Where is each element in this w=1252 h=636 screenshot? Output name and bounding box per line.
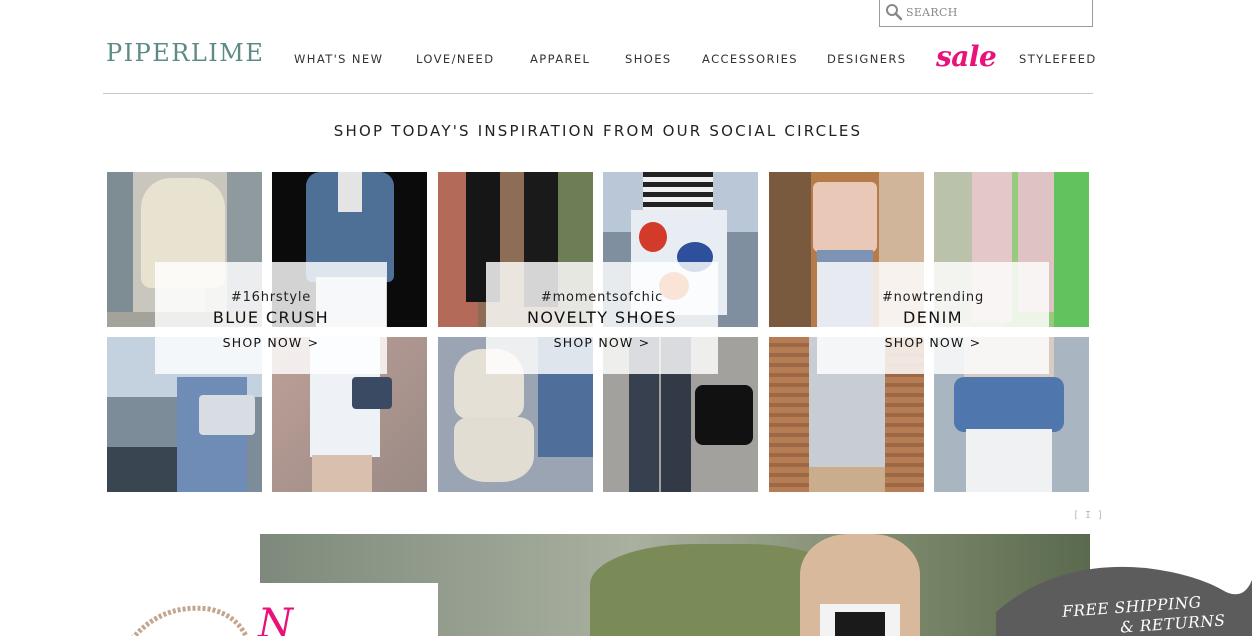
header-divider [103,93,1093,94]
shop-now-link[interactable]: SHOP NOW > [155,335,387,350]
collection-title: BLUE CRUSH [212,308,330,327]
nav-whats-new[interactable]: WHAT'S NEW [294,52,383,66]
necklace-icon [131,605,249,636]
nav-stylefeed[interactable]: STYLEFEED [1019,52,1097,66]
nav-shoes[interactable]: SHOES [625,52,672,66]
collection-hashtag: #16hrstyle [230,290,312,305]
main-nav: WHAT'S NEW LOVE/NEED APPAREL SHOES ACCES… [0,40,1252,73]
inspiration-heading: SHOP TODAY'S INSPIRATION FROM OUR SOCIAL… [333,122,863,140]
collection-title: DENIM [903,308,963,327]
promo-note-card: N [103,583,438,636]
collection-title: NOVELTY SHOES [527,308,677,327]
collection-card-novelty-shoes[interactable]: #momentsofchic NOVELTY SHOES SHOP NOW > [486,262,718,374]
collection-hashtag: #nowtrending [881,290,985,305]
promo-script-text: N [258,601,293,636]
photo-credit-link[interactable]: [ I ] [1073,510,1103,521]
collection-card-blue-crush[interactable]: #16hrstyle BLUE CRUSH SHOP NOW > [155,262,387,374]
nav-designers[interactable]: DESIGNERS [827,52,906,66]
collection-hashtag: #momentsofchic [540,290,664,305]
nav-apparel[interactable]: APPAREL [530,52,590,66]
search-input[interactable] [906,3,1086,21]
nav-accessories[interactable]: ACCESSORIES [702,52,798,66]
free-shipping-badge[interactable]: FREE SHIPPING & RETURNS [996,560,1252,636]
collection-card-denim[interactable]: #nowtrending DENIM SHOP NOW > [817,262,1049,374]
shop-now-link[interactable]: SHOP NOW > [486,335,718,350]
nav-sale[interactable]: sale [936,40,997,73]
search-box[interactable] [879,0,1093,27]
nav-love-need[interactable]: LOVE/NEED [416,52,494,66]
search-icon[interactable] [885,3,903,21]
shop-now-link[interactable]: SHOP NOW > [817,335,1049,350]
